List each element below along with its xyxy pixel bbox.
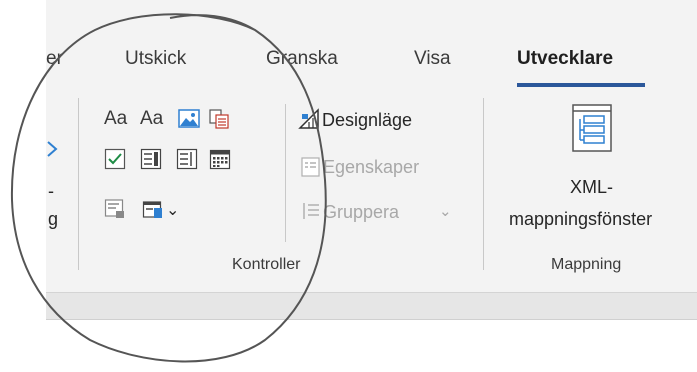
- xml-mapping-label-line1[interactable]: XML-: [570, 176, 613, 198]
- legacy-tools-icon[interactable]: [142, 198, 164, 220]
- ribbon-bottom-bar: [46, 292, 697, 320]
- controls-group-label: Kontroller: [232, 256, 301, 273]
- group-button[interactable]: Gruppera: [323, 201, 399, 223]
- legacy-tools-chevron[interactable]: ⌄: [166, 200, 179, 222]
- group-separator-mapping: [483, 98, 484, 270]
- mapping-group-label: Mappning: [551, 256, 622, 273]
- design-mode-button[interactable]: Designläge: [322, 109, 412, 131]
- plain-text-control-button[interactable]: Aa: [140, 108, 163, 130]
- tab-review[interactable]: Granska: [266, 48, 338, 70]
- group-separator: [78, 98, 79, 270]
- tab-view[interactable]: Visa: [414, 48, 451, 70]
- xml-mapping-label-line2[interactable]: mappningsfönster: [509, 208, 652, 230]
- chevron-partial-icon: [47, 141, 58, 157]
- partial-label-g: g: [48, 209, 59, 229]
- rich-text-control-button[interactable]: Aa: [104, 108, 127, 130]
- active-tab-indicator: [517, 83, 645, 87]
- dropdown-list-control-icon[interactable]: [176, 148, 198, 170]
- repeating-section-control-icon[interactable]: [104, 198, 126, 220]
- properties-button[interactable]: Egenskaper: [323, 156, 419, 178]
- combo-box-control-icon[interactable]: [140, 148, 162, 170]
- checkbox-control-icon[interactable]: [104, 148, 126, 170]
- group-icon: [303, 203, 319, 219]
- tab-developer[interactable]: Utvecklare: [517, 48, 613, 70]
- xml-mapping-pane-icon[interactable]: [572, 104, 612, 152]
- controls-inner-separator: [285, 104, 286, 242]
- picture-control-icon[interactable]: [178, 108, 200, 130]
- group-chevron[interactable]: ⌄: [439, 201, 452, 223]
- properties-icon: [301, 157, 320, 177]
- partial-label-dash: -: [48, 181, 54, 201]
- tab-mailings[interactable]: Utskick: [125, 48, 186, 70]
- tab-partial[interactable]: er: [46, 48, 63, 70]
- building-block-control-icon[interactable]: [208, 108, 230, 130]
- design-mode-icon[interactable]: [298, 108, 320, 130]
- date-picker-control-icon[interactable]: [209, 148, 231, 170]
